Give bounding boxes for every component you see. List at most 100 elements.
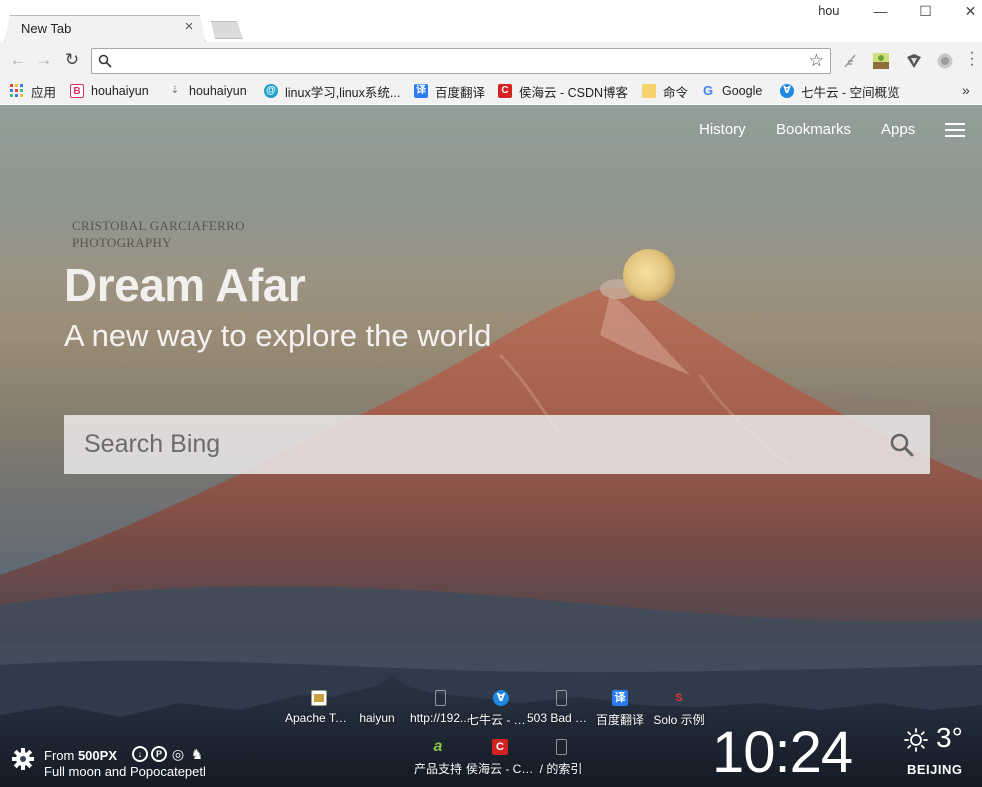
bookmark-favicon: B	[70, 84, 84, 98]
hamburger-menu-icon[interactable]	[945, 123, 965, 137]
top-site-label: 七牛云 - 空...	[467, 713, 535, 727]
page-favicon	[555, 739, 567, 755]
tab-close-icon[interactable]: ×	[182, 19, 196, 35]
top-site-tile[interactable]: haiyun	[343, 690, 411, 725]
bookmark-linux[interactable]: @ linux学习,linux系统...	[264, 82, 404, 100]
top-site-label: 侯海云 - CS...	[466, 762, 534, 776]
bookmark-houhaiyun-2[interactable]: ⇣ houhaiyun	[168, 82, 247, 100]
weather-temperature: 3°	[936, 722, 963, 753]
photographer-label: PHOTOGRAPHY	[72, 235, 172, 250]
bookmark-label: houhaiyun	[91, 84, 149, 98]
nav-history-link[interactable]: History	[699, 121, 746, 138]
csdn-favicon: C	[498, 84, 512, 98]
search-icon[interactable]	[889, 432, 915, 458]
top-site-label: 百度翻译	[595, 713, 644, 727]
bookmark-folder-commands[interactable]: 命令	[642, 82, 688, 100]
bookmark-google[interactable]: G Google	[701, 82, 762, 100]
new-tab-button[interactable]	[211, 21, 243, 39]
search-bar[interactable]	[64, 415, 930, 474]
bookmark-label: houhaiyun	[189, 84, 247, 98]
close-window-button[interactable]: ✕	[948, 0, 982, 24]
blank-favicon	[369, 690, 385, 706]
photo-source-name[interactable]: 500PX	[78, 748, 117, 763]
top-site-tile[interactable]: C 侯海云 - CS...	[466, 739, 534, 777]
apps-grid-icon	[10, 84, 23, 97]
top-site-tile[interactable]: 503 Bad Ga...	[527, 690, 595, 725]
top-site-label: 产品支持	[413, 762, 462, 776]
dream-afar-page: History Bookmarks Apps CRISTOBAL GARCIAF…	[0, 105, 982, 787]
translate-favicon: 译	[612, 690, 628, 706]
page-favicon	[555, 690, 567, 706]
photo-source-prefix: From	[44, 748, 78, 763]
top-site-label: / 的索引	[539, 762, 583, 776]
search-input[interactable]	[84, 427, 864, 461]
bookmark-star-icon[interactable]: ☆	[809, 51, 824, 71]
bookmark-qiniu[interactable]: ∀ 七牛云 - 空间概览	[780, 82, 900, 100]
bookmark-label: 侯海云 - CSDN博客	[519, 85, 629, 100]
bookmark-houhaiyun-1[interactable]: B houhaiyun	[70, 82, 149, 100]
back-arrow-icon[interactable]: ←	[8, 50, 28, 70]
top-site-tile[interactable]: ∀ 七牛云 - 空...	[467, 690, 535, 728]
bookmarks-overflow-icon[interactable]: »	[962, 82, 970, 98]
qiniu-favicon: ∀	[493, 690, 509, 706]
solo-favicon: S	[675, 692, 683, 704]
browser-chrome: New Tab × hou — ☐ ✕ ← → ↻ ☆ · · · 应用 B h…	[0, 0, 982, 104]
bookmark-csdn[interactable]: C 侯海云 - CSDN博客	[498, 82, 628, 100]
download-icon[interactable]: ↓	[132, 746, 148, 762]
nav-apps-link[interactable]: Apps	[881, 121, 915, 138]
extension-plant-icon[interactable]	[872, 52, 890, 70]
folder-icon	[642, 84, 656, 98]
photo-source: From 500PX	[44, 748, 117, 763]
forward-arrow-icon[interactable]: →	[34, 50, 54, 70]
top-site-tile[interactable]: a 产品支持	[404, 739, 472, 777]
pinterest-icon[interactable]: P	[151, 746, 167, 762]
toolbar: ← → ↻ ☆ · · ·	[0, 42, 982, 78]
weather-city: BEIJING	[907, 762, 963, 777]
bookmarks-bar: 应用 B houhaiyun ⇣ houhaiyun @ linux学习,lin…	[0, 78, 982, 104]
profile-name[interactable]: hou	[818, 4, 840, 18]
omnibox[interactable]: ☆	[91, 48, 831, 74]
photo-action-icons: ↓ P ◎ ♞	[132, 746, 205, 762]
top-site-tile[interactable]: http://192...	[406, 690, 474, 725]
image-favicon	[311, 690, 327, 706]
bookmark-label: Google	[722, 84, 763, 98]
top-site-label: Solo 示例	[653, 713, 705, 727]
search-icon	[98, 54, 112, 68]
nav-bookmarks-link[interactable]: Bookmarks	[776, 121, 851, 138]
qq-icon[interactable]: ♞	[189, 746, 205, 762]
bookmark-label: 七牛云 - 空间概览	[801, 85, 900, 100]
extension-tool-icon[interactable]	[905, 52, 923, 70]
minimize-button[interactable]: —	[858, 0, 903, 24]
bookmark-label: 命令	[663, 85, 689, 100]
photo-title[interactable]: Full moon and Popocatepetl	[44, 764, 206, 779]
chrome-menu-icon[interactable]: · · ·	[968, 45, 976, 73]
reload-icon[interactable]: ↻	[62, 50, 82, 70]
bookmark-baidu-translate[interactable]: 译 百度翻译	[414, 82, 485, 100]
top-site-tile[interactable]: 译 百度翻译	[586, 690, 654, 728]
photographer-name: CRISTOBAL GARCIAFERRO	[72, 218, 245, 233]
weibo-icon[interactable]: ◎	[170, 746, 186, 762]
page-title: Dream Afar	[64, 259, 306, 311]
extension-feather-icon[interactable]	[841, 52, 859, 70]
bookmark-label: 应用	[31, 85, 57, 100]
extension-circle-icon[interactable]	[936, 52, 954, 70]
gear-icon[interactable]	[12, 748, 34, 770]
top-site-tile[interactable]: S Solo 示例	[645, 690, 713, 728]
top-site-label: 503 Bad Ga...	[527, 711, 595, 725]
tab-title[interactable]: New Tab	[21, 21, 71, 36]
qiniu-favicon: ∀	[780, 84, 794, 98]
person-favicon: ⇣	[170, 85, 180, 96]
linux-favicon: @	[264, 84, 278, 98]
top-site-tile[interactable]: / 的索引	[527, 739, 595, 777]
maximize-button[interactable]: ☐	[903, 0, 948, 24]
bookmark-label: 百度翻译	[435, 85, 486, 100]
photographer-watermark: CRISTOBAL GARCIAFERRO PHOTOGRAPHY	[72, 217, 245, 251]
bookmark-label: linux学习,linux系统...	[285, 85, 401, 100]
top-site-label: http://192...	[409, 711, 471, 725]
bookmark-apps[interactable]: 应用	[10, 82, 56, 100]
page-subtitle: A new way to explore the world	[64, 318, 492, 353]
translate-favicon: 译	[414, 84, 428, 98]
address-input[interactable]	[118, 52, 798, 70]
csdn-favicon: C	[492, 739, 508, 755]
google-favicon: G	[702, 83, 714, 98]
